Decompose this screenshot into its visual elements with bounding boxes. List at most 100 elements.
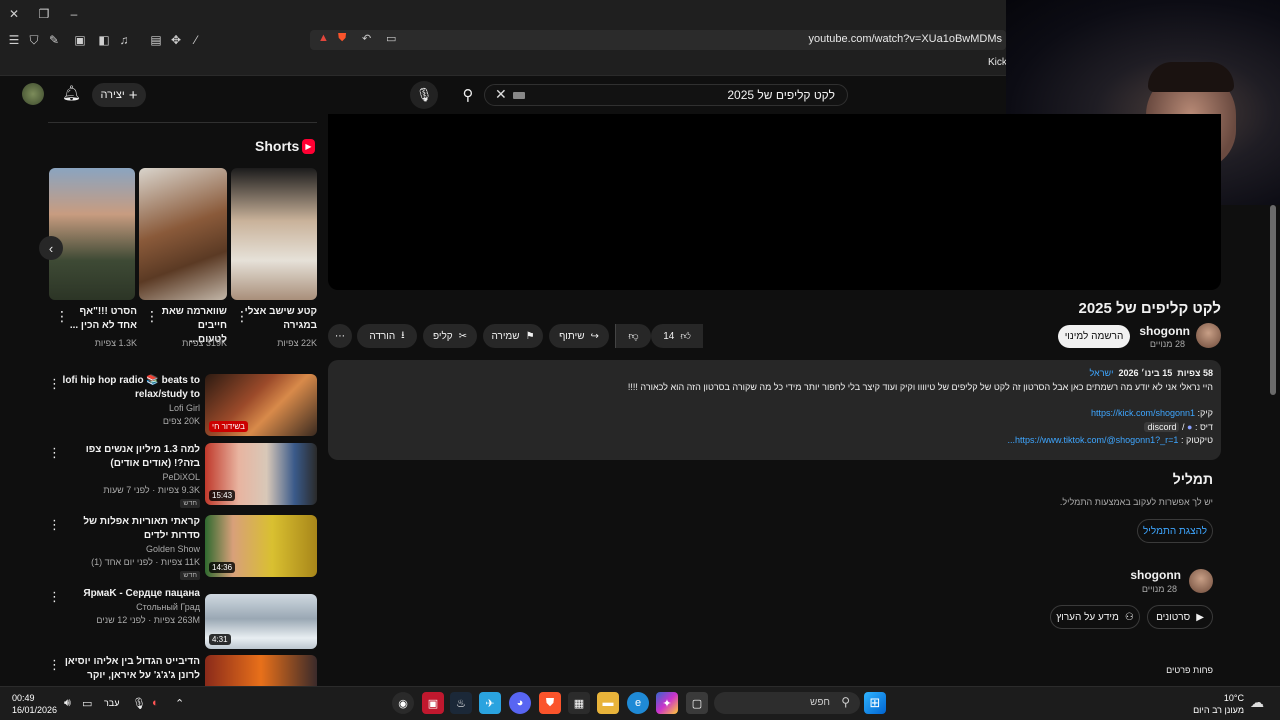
show-less-button[interactable]: פחות פרטים xyxy=(1166,665,1213,675)
music-icon[interactable]: ♫ xyxy=(114,28,134,52)
channel-about-button[interactable]: מידע על הערוץ ⚇ xyxy=(1050,605,1140,629)
list-item[interactable]: בשידור חי lofi hip hop radio 📚 beats to … xyxy=(48,374,317,438)
clear-search-icon[interactable]: ✕ xyxy=(495,86,507,103)
short-thumbnail[interactable] xyxy=(49,168,135,300)
steam-icon[interactable]: ♨ xyxy=(450,692,472,714)
like-button[interactable]: 14 👍︎ xyxy=(651,324,703,348)
kick-link[interactable]: https://kick.com/shogonn1 xyxy=(1091,408,1195,418)
dislike-button[interactable]: 👎︎ xyxy=(615,324,651,348)
meta-country[interactable]: ישראל xyxy=(1089,368,1113,378)
video-thumbnail[interactable] xyxy=(205,655,317,686)
short-more-icon[interactable]: ⋮ xyxy=(145,308,159,325)
video-thumbnail[interactable]: 15:43 xyxy=(205,443,317,505)
volume-icon[interactable]: 🔊︎ xyxy=(64,697,71,710)
notifications-bell-icon[interactable]: 🔔︎ xyxy=(62,84,81,102)
tray-app-icon[interactable]: ◐ xyxy=(152,697,159,709)
weather-temperature[interactable]: 10°C xyxy=(1224,693,1244,703)
video-thumbnail[interactable]: בשידור חי xyxy=(205,374,317,436)
keyboard-icon[interactable] xyxy=(513,92,525,99)
cast-icon[interactable]: ▭ xyxy=(386,32,396,45)
rewards-icon[interactable]: ▲ xyxy=(318,32,329,44)
channel-box-avatar[interactable] xyxy=(1189,569,1213,593)
discord-tag[interactable]: discord xyxy=(1144,422,1180,432)
download-button[interactable]: הורדה ⭳ xyxy=(357,324,417,348)
short-title[interactable]: הסרט !!!"אף אחד לא הכין ... xyxy=(68,305,137,333)
discord-icon[interactable]: ◕ xyxy=(509,692,531,714)
task-view-icon[interactable]: ▢ xyxy=(686,692,708,714)
more-vertical-icon[interactable]: ⋮ xyxy=(48,376,61,392)
search-input[interactable]: ✕ לקט קליפים של 2025 xyxy=(484,84,848,106)
microphone-icon[interactable]: 🎙︎ xyxy=(132,697,146,710)
news-icon[interactable]: ▤ xyxy=(146,28,166,52)
channel-box-name[interactable]: shogonn xyxy=(1130,568,1181,582)
create-button[interactable]: יצירה + xyxy=(92,83,146,107)
tray-chevron-up-icon[interactable]: ⌃ xyxy=(175,697,184,710)
telegram-icon[interactable]: ✈ xyxy=(479,692,501,714)
store-icon[interactable]: ▦ xyxy=(568,692,590,714)
short-title[interactable]: קטע שישב אצלי במגירה xyxy=(241,305,317,333)
share-button[interactable]: שיתוף ↪ xyxy=(549,324,609,348)
network-icon[interactable]: ▭ xyxy=(82,697,92,710)
screenshot-icon[interactable]: ▣ xyxy=(70,28,90,52)
restore-window-icon[interactable]: ❐ xyxy=(34,2,54,26)
address-bar[interactable]: ▲ ⛊ ↶ ▭ youtube.com/watch?v=XUa1oBwMDMs xyxy=(310,30,1006,50)
voice-search-icon[interactable]: 🎙︎ xyxy=(410,81,438,109)
sidebar-icon[interactable]: ◧ xyxy=(94,28,114,52)
short-thumbnail[interactable] xyxy=(139,168,227,300)
short-more-icon[interactable]: ⋮ xyxy=(235,308,249,325)
close-window-icon[interactable]: ✕ xyxy=(4,2,24,26)
extension-icon[interactable]: ✎ xyxy=(44,28,64,52)
brave-icon[interactable]: ⛊ xyxy=(539,692,561,714)
weather-cloud-icon[interactable]: ☁ xyxy=(1250,694,1264,711)
channel-avatar[interactable] xyxy=(1196,323,1221,348)
save-button[interactable]: שמירה ⚑ xyxy=(483,324,543,348)
video-thumbnail[interactable]: 14:36 xyxy=(205,515,317,577)
more-vertical-icon[interactable]: ⋮ xyxy=(48,445,61,461)
search-icon[interactable]: ⚲ xyxy=(448,84,488,106)
puzzle-icon[interactable]: ✥ xyxy=(166,28,186,52)
menu-icon[interactable]: ☰ xyxy=(4,28,24,52)
show-transcript-button[interactable]: להצגת התמליל xyxy=(1137,519,1213,543)
wallet-icon[interactable]: ⁄ xyxy=(186,28,206,52)
file-explorer-icon[interactable]: ▬ xyxy=(597,692,619,714)
short-views: 319K צפיות xyxy=(182,338,227,348)
subscribe-button[interactable]: הרשמה למינוי xyxy=(1058,325,1130,348)
minimize-window-icon[interactable]: – xyxy=(64,2,84,26)
clock-date[interactable]: 16/01/2026 xyxy=(12,705,57,715)
language-indicator[interactable]: עבר xyxy=(104,698,119,708)
list-item[interactable]: 4:31 ЯрмаK - Сердце пацана Стольный Град… xyxy=(48,587,317,651)
short-more-icon[interactable]: ⋮ xyxy=(55,308,69,325)
description-box[interactable]: 58 צפיות 15 בינו׳ 2026 ישראל היי נראלי א… xyxy=(328,360,1221,460)
copilot-icon[interactable]: ✦ xyxy=(656,692,678,714)
clip-button[interactable]: קליפ ✂ xyxy=(423,324,477,348)
edge-icon[interactable]: e xyxy=(627,692,649,714)
list-item[interactable]: 14:36 קראתי תאוריות אפלות של סדרות ילדים… xyxy=(48,515,317,580)
video-thumbnail[interactable]: 4:31 xyxy=(205,594,317,649)
clock-time[interactable]: 00:49 xyxy=(12,693,35,703)
list-item[interactable]: 15:43 למה 1.3 מיליון אנשים צפו בזה?! (או… xyxy=(48,443,317,508)
video-player[interactable] xyxy=(328,114,1221,290)
more-actions-button[interactable]: ⋯ xyxy=(328,324,352,348)
more-vertical-icon[interactable]: ⋮ xyxy=(48,589,61,605)
list-item[interactable]: הדיבייט הגדול בין אליהו יוסיאן לרונן ג'ג… xyxy=(48,655,317,686)
back-icon[interactable]: ↶ xyxy=(362,32,371,45)
scissors-icon: ✂ xyxy=(458,330,468,342)
shield-icon[interactable]: ⛉ xyxy=(24,28,44,52)
channel-name[interactable]: shogonn xyxy=(1139,324,1190,338)
brave-shield-icon[interactable]: ⛊ xyxy=(338,32,346,45)
weather-description[interactable]: מעונן רב היום xyxy=(1193,705,1244,715)
user-avatar[interactable] xyxy=(22,83,44,105)
bookmark-kick[interactable]: Kick xyxy=(988,57,1007,68)
page-scrollbar[interactable] xyxy=(1270,205,1276,395)
shorts-previous-arrow-icon[interactable]: ‹ xyxy=(39,236,63,260)
shorts-logo-icon: ▶ xyxy=(302,139,315,154)
obs-icon[interactable]: ◉ xyxy=(392,692,414,714)
taskbar-search-input[interactable]: חפש ⚲ xyxy=(714,692,860,714)
more-vertical-icon[interactable]: ⋮ xyxy=(48,657,61,673)
windows-start-icon[interactable]: ⊞ xyxy=(864,692,886,714)
tiktok-link[interactable]: https://www.tiktok.com/@shogonn1?_r=1... xyxy=(1007,435,1178,445)
app-red-icon[interactable]: ▣ xyxy=(422,692,444,714)
short-thumbnail[interactable] xyxy=(231,168,317,300)
more-vertical-icon[interactable]: ⋮ xyxy=(48,517,61,533)
channel-videos-button[interactable]: סרטונים ▶ xyxy=(1147,605,1213,629)
